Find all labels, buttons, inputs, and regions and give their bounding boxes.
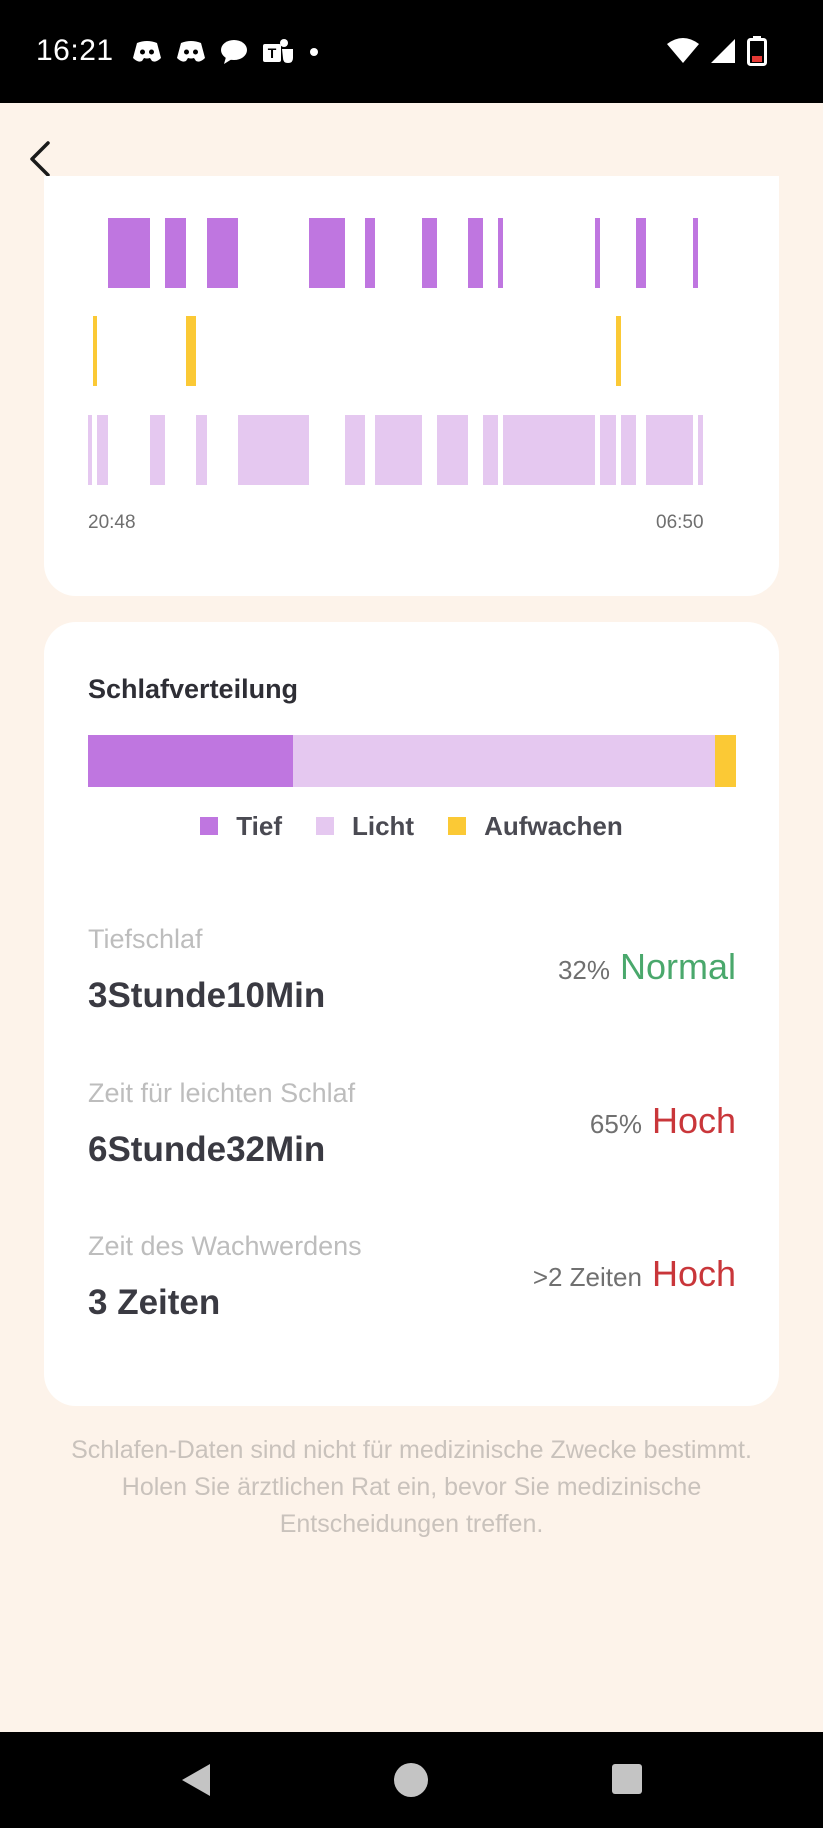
awake-segment	[186, 316, 196, 386]
deep-segment	[108, 218, 150, 288]
discord-icon	[176, 40, 206, 64]
nav-recents-icon[interactable]	[611, 1762, 643, 1801]
deep-segment	[468, 218, 483, 288]
light-segment	[88, 415, 92, 485]
nav-home-icon[interactable]	[393, 1762, 429, 1803]
sleep-distribution-card: Schlafverteilung Tief Licht Aufwachen Tief…	[44, 622, 779, 1406]
legend-swatch	[315, 817, 334, 835]
light-segment	[621, 415, 636, 485]
light-segment	[97, 415, 108, 485]
deep-sleep-row	[108, 218, 698, 288]
light-sleep-row	[88, 415, 703, 485]
system-icons	[667, 36, 767, 71]
light-segment	[646, 415, 693, 485]
stat-value: 3 Zeiten	[88, 1283, 221, 1322]
dot-icon	[308, 46, 320, 58]
light-segment	[196, 415, 207, 485]
status-bar: 16:21 T	[0, 0, 823, 103]
light-segment	[238, 415, 309, 485]
stat-wake-ups: Zeit des Wachwerdens 3 Zeiten >2 Zeiten …	[88, 1231, 736, 1341]
legend-swatch	[200, 817, 219, 835]
deep-segment	[165, 218, 186, 288]
deep-segment	[636, 218, 646, 288]
stat-value: 3Stunde10Min	[88, 976, 326, 1015]
legend-label: Aufwachen	[484, 810, 623, 841]
light-segment	[345, 415, 365, 485]
stat-label: Zeit für leichten Schlaf	[88, 1078, 356, 1108]
distribution-segment-deep	[88, 735, 293, 787]
stat-status: Hoch	[651, 1253, 736, 1294]
awake-segment	[93, 316, 97, 386]
deep-segment	[207, 218, 238, 288]
timeline-start-time: 20:48	[88, 512, 136, 533]
deep-segment	[365, 218, 375, 288]
legend-swatch	[448, 817, 467, 835]
stat-status: Hoch	[651, 1100, 736, 1141]
legend-item: Licht	[315, 806, 415, 846]
stat-value: 6Stunde32Min	[88, 1130, 326, 1169]
stat-deep-sleep: Tiefschlaf 3Stunde10Min 32% Normal	[88, 924, 736, 1034]
awake-segment	[616, 316, 621, 386]
navigation-bar	[0, 1732, 823, 1828]
medical-disclaimer: Schlafen-Daten sind nicht für medizinisc…	[71, 1436, 752, 1538]
light-segment	[150, 415, 165, 485]
deep-segment	[422, 218, 437, 288]
discord-icon	[132, 40, 162, 64]
battery-low-icon	[747, 36, 767, 71]
stat-status: Normal	[619, 946, 736, 987]
legend-label: Tief	[236, 810, 282, 841]
distribution-legend: Tief Licht Aufwachen	[44, 806, 779, 846]
stat-percent: 32%	[557, 955, 610, 985]
stat-percent: 65%	[589, 1109, 642, 1139]
wifi-icon	[667, 38, 699, 69]
light-segment	[375, 415, 422, 485]
legend-item: Tief	[200, 806, 282, 846]
distribution-title: Schlafverteilung	[88, 674, 299, 704]
stat-percent: >2 Zeiten	[532, 1262, 642, 1292]
light-segment	[600, 415, 616, 485]
signal-icon	[709, 37, 737, 70]
light-segment	[503, 415, 595, 485]
stat-label: Zeit des Wachwerdens	[88, 1231, 362, 1261]
deep-segment	[595, 218, 600, 288]
light-segment	[483, 415, 498, 485]
stat-label: Tiefschlaf	[88, 924, 203, 954]
distribution-segment-awake	[715, 735, 736, 787]
awake-row	[93, 316, 621, 386]
deep-segment	[498, 218, 503, 288]
legend-item: Aufwachen	[448, 806, 623, 846]
nav-back-icon[interactable]	[178, 1762, 214, 1803]
chat-bubble-icon	[220, 39, 248, 65]
deep-segment	[693, 218, 698, 288]
notification-icons: T	[132, 38, 320, 66]
stat-light-sleep: Zeit für leichten Schlaf 6Stunde32Min 65…	[88, 1078, 736, 1188]
status-time: 16:21	[36, 34, 114, 67]
light-segment	[698, 415, 703, 485]
distribution-segment-light	[292, 735, 716, 787]
light-segment	[437, 415, 468, 485]
svg-text:T: T	[268, 45, 277, 61]
sleep-timeline-card: 20:48 06:50	[44, 176, 779, 596]
distribution-bar	[88, 735, 736, 787]
timeline-end-time: 06:50	[656, 512, 704, 533]
teams-icon: T	[262, 38, 294, 66]
legend-label: Licht	[351, 810, 415, 841]
deep-segment	[309, 218, 345, 288]
